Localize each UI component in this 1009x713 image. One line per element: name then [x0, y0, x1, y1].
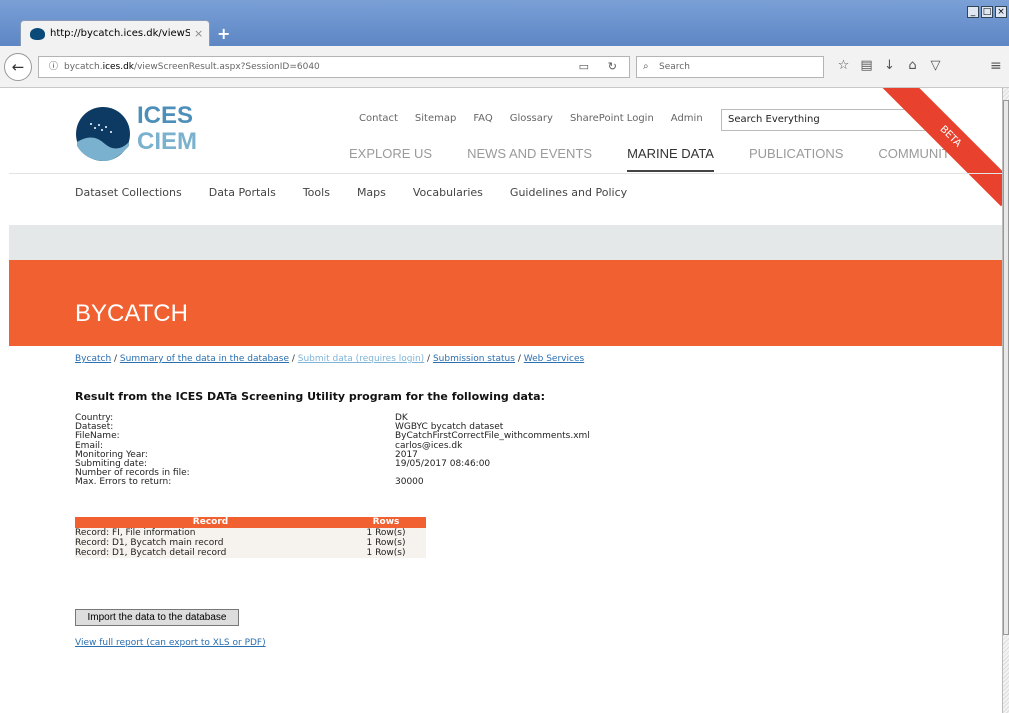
page-title: BYCATCH [75, 300, 188, 327]
sub-nav-tools[interactable]: Tools [303, 186, 330, 199]
top-link-admin[interactable]: Admin [671, 113, 703, 124]
browser-search-placeholder: Search [659, 62, 690, 72]
table-header-record: Record [75, 517, 346, 528]
back-button[interactable]: ← [4, 53, 32, 81]
breadcrumb: Bycatch / Summary of the data in the dat… [75, 354, 584, 364]
top-link-contact[interactable]: Contact [359, 113, 398, 124]
web-page: ICES CIEM Contact Sitemap FAQ Glossary S… [9, 88, 1002, 713]
info-label: Country: [75, 413, 114, 423]
info-icon[interactable]: ⓘ [49, 62, 58, 72]
logo-line-ciem: CIEM [137, 128, 197, 155]
url-path: /viewScreenResult.aspx?SessionID=6040 [134, 62, 320, 72]
navigation-toolbar: ← ⓘ bycatch.ices.dk/viewScreenResult.aspx… [0, 46, 1009, 88]
table-cell-record: Record: D1, Bycatch detail record [75, 548, 346, 558]
logo-text: ICES CIEM [137, 103, 197, 155]
grey-band [9, 225, 1002, 260]
ices-logo-icon[interactable] [75, 106, 131, 162]
result-heading: Result from the ICES DATa Screening Util… [75, 390, 545, 403]
info-row: Email: carlos@ices.dk [75, 441, 590, 451]
top-link-sitemap[interactable]: Sitemap [415, 113, 456, 124]
tab-close-icon[interactable]: × [194, 27, 203, 40]
table-header-rows: Rows [346, 517, 426, 528]
table-cell-rows: 1 Row(s) [346, 528, 426, 538]
url-prefix: bycatch. [64, 62, 103, 72]
library-icon[interactable]: ▤ [855, 58, 878, 73]
breadcrumb-submission-status[interactable]: Submission status [433, 354, 515, 364]
title-bar: http://bycatch.ices.dk/viewScre × + _ □ … [0, 0, 1009, 47]
submission-info: Country: DK Dataset: WGBYC bycatch dataset… [75, 413, 590, 488]
browser-window: { "browser":{ "tab_title":"http://bycatc… [0, 0, 1009, 713]
info-label: FileName: [75, 431, 120, 442]
breadcrumb-bycatch[interactable]: Bycatch [75, 354, 111, 364]
breadcrumb-web-services[interactable]: Web Services [524, 354, 584, 364]
info-value: 30000 [395, 477, 424, 488]
address-bar[interactable]: ⓘ bycatch.ices.dk/viewScreenResult.aspx?S… [38, 56, 630, 78]
new-tab-button[interactable]: + [217, 24, 230, 43]
url-domain: ices.dk [102, 62, 135, 72]
breadcrumb-separator: / [514, 354, 524, 364]
main-nav-marine-data[interactable]: MARINE DATA [627, 146, 714, 172]
logo-line-ices: ICES [137, 102, 194, 129]
record-table: Record Rows Record: FI, File information… [75, 517, 426, 558]
sub-nav-guidelines-and-policy[interactable]: Guidelines and Policy [510, 186, 627, 199]
vertical-scrollbar[interactable] [1002, 88, 1009, 713]
table-row: Record: D1, Bycatch main record 1 Row(s) [75, 538, 426, 548]
main-nav-publications[interactable]: PUBLICATIONS [749, 146, 843, 172]
info-value: 19/05/2017 08:46:00 [395, 459, 491, 470]
toolbar-icons: ☆ ▤ ↓ ⌂ ▽ [832, 58, 947, 73]
browser-tab[interactable]: http://bycatch.ices.dk/viewScre × [20, 20, 210, 47]
page-banner: BYCATCH [9, 260, 1002, 346]
sub-nav-maps[interactable]: Maps [357, 186, 386, 199]
top-link-sharepoint-login[interactable]: SharePoint Login [570, 113, 654, 124]
table-row: Record: D1, Bycatch detail record 1 Row(… [75, 548, 426, 558]
info-label: Dataset: [75, 422, 114, 433]
info-row: Monitoring Year: 2017 [75, 450, 590, 460]
sub-navigation: Dataset Collections Data Portals Tools M… [9, 173, 1002, 225]
breadcrumb-separator: / [111, 354, 120, 364]
browser-search-input[interactable]: ⌕ Search [636, 56, 824, 78]
site-favicon-icon [30, 28, 45, 40]
home-icon[interactable]: ⌂ [901, 58, 924, 73]
top-link-faq[interactable]: FAQ [473, 113, 492, 124]
table-cell-rows: 1 Row(s) [346, 548, 426, 558]
main-navigation: EXPLORE US NEWS AND EVENTS MARINE DATA P… [349, 146, 994, 172]
minimize-button[interactable]: _ [967, 6, 979, 18]
info-row: FileName: ByCatchFirstCorrectFile_withcom… [75, 432, 590, 441]
breadcrumb-submit-data[interactable]: Submit data (requires login) [298, 354, 424, 364]
view-full-report-link[interactable]: View full report (can export to XLS or P… [75, 638, 266, 648]
top-links: Contact Sitemap FAQ Glossary SharePoint … [359, 113, 703, 124]
sub-nav-dataset-collections[interactable]: Dataset Collections [75, 186, 182, 199]
info-row: Country: DK [75, 413, 590, 423]
info-label: Max. Errors to return: [75, 477, 172, 488]
table-cell-record: Record: D1, Bycatch main record [75, 538, 346, 548]
sub-nav-vocabularies[interactable]: Vocabularies [413, 186, 483, 199]
main-nav-explore-us[interactable]: EXPLORE US [349, 146, 432, 172]
reader-icon[interactable]: ▭ [579, 57, 589, 77]
info-row: Max. Errors to return: 30000 [75, 478, 590, 487]
back-icon: ← [11, 58, 25, 76]
breadcrumb-separator: / [289, 354, 298, 364]
bookmark-star-icon[interactable]: ☆ [832, 58, 855, 73]
download-icon[interactable]: ↓ [878, 58, 901, 73]
tab-title: http://bycatch.ices.dk/viewScre [50, 28, 190, 39]
sub-nav-data-portals[interactable]: Data Portals [209, 186, 276, 199]
table-cell-record: Record: FI, File information [75, 528, 346, 538]
scrollbar-thumb[interactable] [1003, 100, 1009, 635]
breadcrumb-summary[interactable]: Summary of the data in the database [120, 354, 289, 364]
top-link-glossary[interactable]: Glossary [510, 113, 553, 124]
menu-icon[interactable]: ≡ [990, 58, 1002, 74]
pocket-icon[interactable]: ▽ [924, 58, 947, 73]
breadcrumb-separator: / [424, 354, 433, 364]
table-row: Record: FI, File information 1 Row(s) [75, 528, 426, 538]
search-icon: ⌕ [643, 61, 649, 72]
import-data-button[interactable]: Import the data to the database [75, 609, 239, 626]
table-cell-rows: 1 Row(s) [346, 538, 426, 548]
main-nav-news-and-events[interactable]: NEWS AND EVENTS [467, 146, 592, 172]
close-window-button[interactable]: × [995, 6, 1007, 18]
table-header-row: Record Rows [75, 517, 426, 528]
window-controls: _ □ × [967, 6, 1007, 18]
reload-icon[interactable]: ↻ [608, 57, 617, 77]
maximize-button[interactable]: □ [981, 6, 993, 18]
